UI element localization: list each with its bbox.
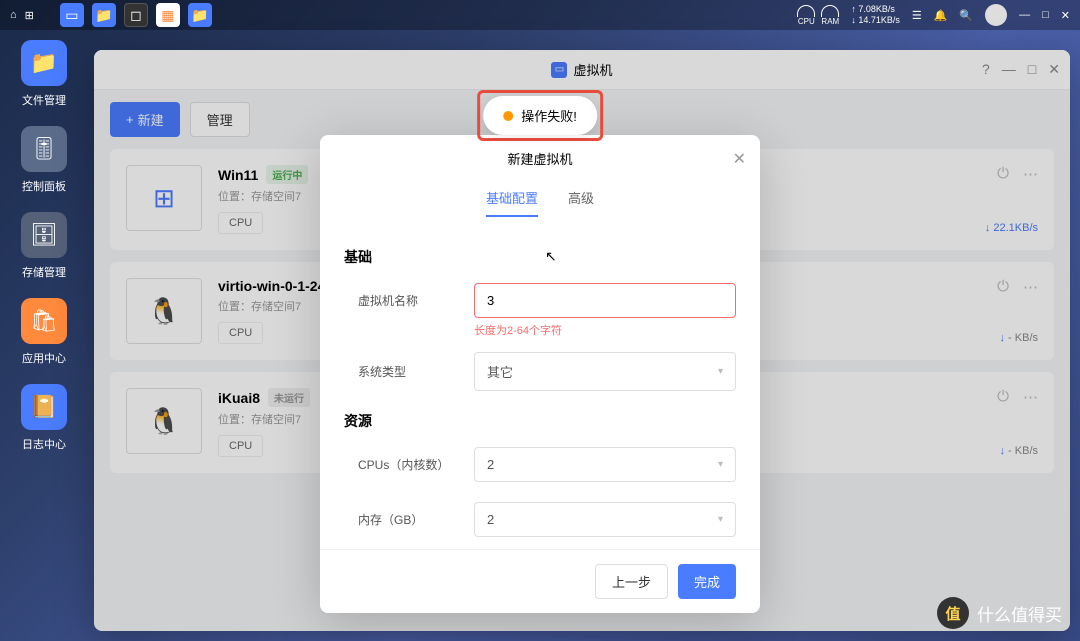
chevron-down-icon: ▾ [718, 514, 723, 525]
apps-grid-icon[interactable]: ⊞ [25, 9, 34, 22]
toast-message: 操作失败! [521, 106, 577, 125]
taskbar-app-1[interactable]: ▭ [60, 3, 84, 27]
name-error: 长度为2-64个字符 [474, 322, 736, 338]
sidebar-item-logs[interactable]: 📔 日志中心 [21, 384, 67, 452]
sidebar-label: 日志中心 [22, 436, 66, 452]
system-type-select[interactable]: 其它▾ [474, 352, 736, 391]
brand-footer: 值 什么值得买 [937, 597, 1062, 629]
apps-icon: 🛍 [21, 298, 67, 344]
desktop-sidebar: 📁 文件管理 🎚 控制面板 🗄 存储管理 🛍 应用中心 📔 日志中心 [0, 30, 88, 641]
taskbar-app-5[interactable]: 📁 [188, 3, 212, 27]
new-vm-modal: 新建虚拟机 ✕ 基础配置 高级 katyking 基础 虚拟机名称 长度为2-6… [320, 135, 760, 613]
section-resource: 资源 [344, 411, 736, 431]
error-toast: 操作失败! [483, 96, 597, 135]
avatar[interactable] [985, 4, 1007, 26]
taskbar-app-3[interactable]: ◻ [124, 3, 148, 27]
toast-highlight: 操作失败! [477, 90, 603, 141]
modal-title: 新建虚拟机 [507, 152, 572, 167]
chevron-down-icon: ▾ [718, 366, 723, 377]
memory-select[interactable]: 2▾ [474, 502, 736, 537]
section-basic: 基础 [344, 247, 736, 267]
chevron-down-icon: ▾ [718, 459, 723, 470]
ram-gauge-icon [821, 5, 839, 17]
taskbar-app-2[interactable]: 📁 [92, 3, 116, 27]
bell-icon[interactable]: 🔔 [934, 9, 948, 22]
minimize-icon[interactable]: — [1019, 9, 1030, 21]
sidebar-item-apps[interactable]: 🛍 应用中心 [21, 298, 67, 366]
cpu-select[interactable]: 2▾ [474, 447, 736, 482]
tab-advanced[interactable]: 高级 [568, 188, 594, 217]
done-button[interactable]: 完成 [678, 564, 736, 599]
brand-logo-icon: 值 [937, 597, 969, 629]
modal-close-icon[interactable]: ✕ [733, 149, 746, 169]
vm-name-input[interactable] [474, 283, 736, 318]
maximize-icon[interactable]: □ [1042, 9, 1049, 21]
storage-icon: 🗄 [21, 212, 67, 258]
sidebar-label: 文件管理 [22, 92, 66, 108]
sidebar-item-control[interactable]: 🎚 控制面板 [21, 126, 67, 194]
sidebar-label: 控制面板 [22, 178, 66, 194]
taskbar-app-4[interactable]: ▦ [156, 3, 180, 27]
home-icon[interactable]: ⌂ [10, 9, 17, 21]
sidebar-item-storage[interactable]: 🗄 存储管理 [21, 212, 67, 280]
brand-text: 什么值得买 [977, 601, 1062, 626]
type-label: 系统类型 [344, 363, 474, 380]
folder-icon: 📁 [21, 40, 67, 86]
log-icon: 📔 [21, 384, 67, 430]
system-topbar: ⌂ ⊞ ▭ 📁 ◻ ▦ 📁 CPU RAM ↑ 7.08KB/s ↓ 14.71… [0, 0, 1080, 30]
close-icon[interactable]: ✕ [1061, 9, 1070, 22]
name-label: 虚拟机名称 [344, 292, 474, 309]
network-stats: ↑ 7.08KB/s ↓ 14.71KB/s [851, 4, 900, 26]
prev-button[interactable]: 上一步 [595, 564, 668, 599]
search-icon[interactable]: 🔍 [959, 9, 973, 22]
warning-dot-icon [503, 111, 513, 121]
cpu-label: CPUs（内核数） [344, 456, 474, 473]
sidebar-label: 应用中心 [22, 350, 66, 366]
cpu-gauge-icon [797, 5, 815, 17]
server-icon[interactable]: ☰ [912, 9, 922, 22]
sidebar-label: 存储管理 [22, 264, 66, 280]
sliders-icon: 🎚 [21, 126, 67, 172]
sidebar-item-files[interactable]: 📁 文件管理 [21, 40, 67, 108]
tab-basic[interactable]: 基础配置 [486, 188, 538, 217]
memory-label: 内存（GB） [344, 511, 474, 528]
